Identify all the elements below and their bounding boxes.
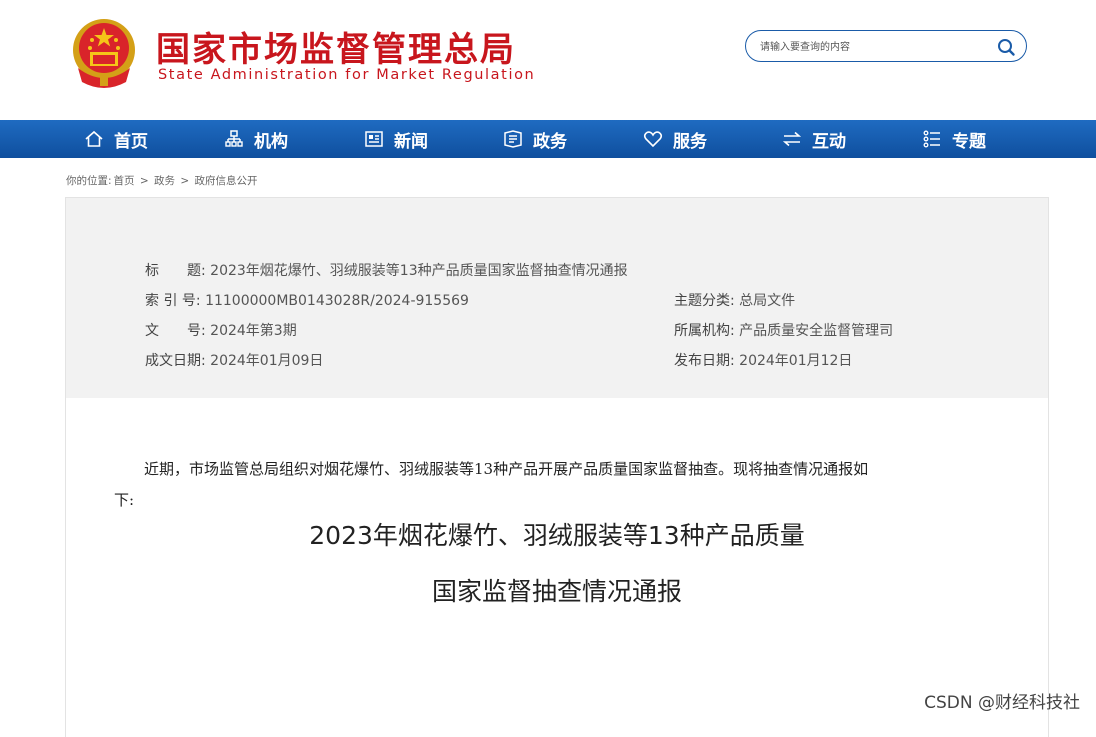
news-icon — [365, 131, 383, 147]
nav-item-label: 政务 — [533, 131, 567, 152]
nav-item-label: 首页 — [114, 131, 148, 152]
breadcrumb-prefix: 你的位置: — [66, 175, 112, 187]
article-title-line2[interactable]: 国家监督抽查情况通报 — [66, 572, 1048, 608]
affairs-icon — [504, 130, 522, 148]
site-header: 国家市场监督管理总局 State Administration for Mark… — [0, 0, 1096, 120]
nav-item-label: 互动 — [812, 131, 846, 152]
meta-index-label: 索 引 号: — [145, 293, 201, 309]
nav-item-label: 专题 — [952, 131, 986, 152]
nav-item-service[interactable]: 服务 — [643, 120, 707, 158]
meta-category-value[interactable]: 总局文件 — [739, 293, 795, 309]
breadcrumb-home[interactable]: 首页 — [114, 175, 135, 187]
meta-doc-value[interactable]: 2024年第3期 — [210, 323, 297, 339]
meta-org-value[interactable]: 产品质量安全监督管理司 — [739, 323, 893, 339]
meta-doc-label: 文 号: — [145, 323, 206, 339]
meta-publish-value[interactable]: 2024年01月12日 — [739, 353, 852, 369]
meta-category-label: 主题分类: — [674, 293, 735, 309]
site-title-english[interactable]: State Administration for Market Regulati… — [158, 67, 535, 83]
watermark: CSDN @财经科技社 — [924, 693, 1080, 713]
nav-item-interact[interactable]: 互动 — [782, 120, 846, 158]
meta-index-row: 索 引 号: 11100000MB0143028R/2024-915569 — [145, 290, 469, 310]
org-icon — [225, 130, 243, 147]
meta-written-row: 成文日期: 2024年01月09日 — [145, 350, 323, 370]
breadcrumb-gov-info[interactable]: 政府信息公开 — [195, 175, 258, 187]
search-box — [745, 30, 1027, 62]
meta-publish-label: 发布日期: — [674, 353, 735, 369]
breadcrumb-separator: > — [180, 175, 190, 187]
article-paragraph[interactable]: 近期，市场监管总局组织对烟花爆竹、羽绒服装等13种产品开展产品质量国家监督抽查。… — [114, 454, 874, 516]
meta-publish-row: 发布日期: 2024年01月12日 — [674, 350, 852, 370]
meta-index-value[interactable]: 11100000MB0143028R/2024-915569 — [205, 293, 469, 309]
nav-item-label: 机构 — [254, 131, 288, 152]
nav-item-affairs[interactable]: 政务 — [503, 120, 567, 158]
national-emblem-icon[interactable] — [70, 16, 138, 90]
meta-doc-row: 文 号: 2024年第3期 — [145, 320, 297, 340]
search-input[interactable] — [758, 37, 992, 57]
meta-org-label: 所属机构: — [674, 323, 735, 339]
meta-panel: 标 题: 2023年烟花爆竹、羽绒服装等13种产品质量国家监督抽查情况通报 索 … — [66, 198, 1048, 398]
nav-item-news[interactable]: 新闻 — [364, 120, 428, 158]
article-title-line1[interactable]: 2023年烟花爆竹、羽绒服装等13种产品质量 — [66, 516, 1048, 552]
main-nav: 首页 机构 新闻 政务 服务 互动 专题 — [0, 120, 1096, 158]
search-icon[interactable] — [996, 37, 1016, 57]
site-title[interactable]: 国家市场监督管理总局 — [156, 22, 516, 71]
nav-item-home[interactable]: 首页 — [84, 120, 148, 158]
breadcrumb: 你的位置: 首页 > 政务 > 政府信息公开 — [66, 173, 260, 188]
nav-item-label: 新闻 — [394, 131, 428, 152]
breadcrumb-separator: > — [139, 175, 149, 187]
meta-org-row: 所属机构: 产品质量安全监督管理司 — [674, 320, 893, 340]
swap-icon — [782, 131, 802, 147]
article-body: 近期，市场监管总局组织对烟花爆竹、羽绒服装等13种产品开展产品质量国家监督抽查。… — [114, 454, 874, 516]
meta-title-label: 标 题: — [145, 263, 206, 279]
heart-icon — [643, 131, 663, 148]
meta-title-value[interactable]: 2023年烟花爆竹、羽绒服装等13种产品质量国家监督抽查情况通报 — [210, 263, 627, 279]
list-icon — [923, 130, 940, 148]
meta-written-value[interactable]: 2024年01月09日 — [210, 353, 323, 369]
nav-item-org[interactable]: 机构 — [224, 120, 288, 158]
breadcrumb-affairs[interactable]: 政务 — [154, 175, 175, 187]
meta-written-label: 成文日期: — [145, 353, 206, 369]
meta-category-row: 主题分类: 总局文件 — [674, 290, 795, 310]
home-icon — [85, 130, 103, 147]
nav-item-topic[interactable]: 专题 — [922, 120, 986, 158]
meta-title-row: 标 题: 2023年烟花爆竹、羽绒服装等13种产品质量国家监督抽查情况通报 — [145, 260, 628, 280]
nav-item-label: 服务 — [673, 131, 707, 152]
